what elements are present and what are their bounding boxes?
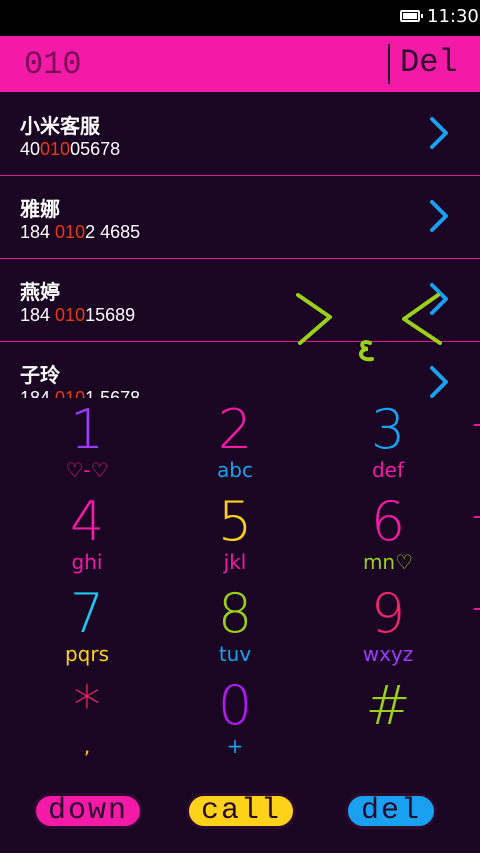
- key-letters: mn♡: [362, 550, 414, 574]
- bottom-action-bar: down call del: [0, 778, 480, 853]
- edge-divider-mark: [474, 608, 480, 610]
- key-digit: #: [365, 674, 411, 737]
- call-button[interactable]: call: [186, 793, 296, 829]
- key-letters: +: [226, 734, 244, 758]
- status-bar: 11:30: [0, 0, 480, 36]
- key-1[interactable]: 1 ♡-♡: [12, 400, 162, 492]
- key-9[interactable]: 9 wxyz: [313, 584, 463, 676]
- key-letters: ♡-♡: [65, 458, 109, 482]
- edge-divider-mark: [474, 516, 480, 518]
- number-match-highlight: 010: [55, 222, 86, 242]
- contact-row[interactable]: 雅娜 184 0102 4685: [0, 175, 480, 259]
- key-digit: 5: [217, 490, 253, 553]
- contact-number: 184 01015689: [20, 305, 136, 325]
- key-3[interactable]: 3 def: [313, 400, 463, 492]
- number-match-highlight: 010: [40, 139, 71, 159]
- key-8[interactable]: 8 tuv: [160, 584, 310, 676]
- key-digit: 2: [217, 398, 253, 461]
- contact-name: 雅娜: [20, 197, 60, 221]
- text-cursor: [388, 44, 390, 84]
- edge-divider-mark: [474, 424, 480, 426]
- key-letters: def: [371, 458, 405, 482]
- kiss-face-emoticon: [296, 293, 442, 362]
- key-digit: 4: [69, 490, 105, 553]
- contact-name: 子玲: [20, 363, 60, 387]
- key-2[interactable]: 2 abc: [160, 400, 310, 492]
- key-6[interactable]: 6 mn♡: [313, 492, 463, 584]
- emoticon-right-eye: [402, 293, 442, 345]
- key-digit: 9: [370, 582, 406, 645]
- contact-number: 4001005678: [20, 139, 121, 159]
- key-digit: *: [73, 674, 101, 737]
- dial-keypad: 1 ♡-♡ 2 abc 3 def 4 ghi 5 jkl 6 mn♡ 7 pq…: [0, 398, 480, 773]
- key-5[interactable]: 5 jkl: [160, 492, 310, 584]
- key-digit: 6: [370, 490, 406, 553]
- status-time: 11:30: [427, 6, 479, 27]
- key-letters: pqrs: [64, 642, 110, 666]
- key-digit: 0: [217, 674, 253, 737]
- down-button[interactable]: down: [33, 793, 143, 829]
- emoticon-left-eye: [296, 293, 332, 345]
- dialed-number-field[interactable]: [24, 44, 354, 84]
- key-digit: 7: [69, 582, 105, 645]
- emoticon-mouth: [359, 340, 374, 362]
- key-digit: 1: [69, 398, 105, 461]
- key-digit: 3: [370, 398, 406, 461]
- key-letters: ghi: [71, 550, 103, 574]
- battery-icon: [400, 10, 423, 22]
- number-match-highlight: 010: [55, 305, 86, 325]
- contact-name: 小米客服: [20, 114, 100, 138]
- contact-number: 184 0101 5678: [20, 388, 140, 398]
- contact-name: 燕婷: [20, 280, 60, 304]
- key-star[interactable]: * ,: [12, 676, 162, 768]
- key-4[interactable]: 4 ghi: [12, 492, 162, 584]
- key-digit: 8: [217, 582, 253, 645]
- key-7[interactable]: 7 pqrs: [12, 584, 162, 676]
- chevron-right-icon[interactable]: [426, 365, 452, 398]
- key-letters: ,: [83, 734, 91, 758]
- chevron-right-icon[interactable]: [426, 116, 452, 150]
- key-letters: abc: [217, 458, 253, 482]
- contact-number: 184 0102 4685: [20, 222, 141, 242]
- del-button[interactable]: del: [345, 793, 437, 829]
- key-0[interactable]: 0 +: [160, 676, 310, 768]
- contact-row[interactable]: 小米客服 4001005678: [0, 92, 480, 176]
- key-letters: wxyz: [362, 642, 414, 666]
- delete-button[interactable]: Del: [400, 44, 458, 81]
- number-match-highlight: 010: [55, 388, 86, 398]
- key-letters: jkl: [223, 550, 247, 574]
- key-hash[interactable]: #: [313, 676, 463, 768]
- key-letters: tuv: [218, 642, 252, 666]
- dial-bar: Del: [0, 36, 480, 92]
- battery-level: [403, 13, 417, 19]
- chevron-right-icon[interactable]: [426, 199, 452, 233]
